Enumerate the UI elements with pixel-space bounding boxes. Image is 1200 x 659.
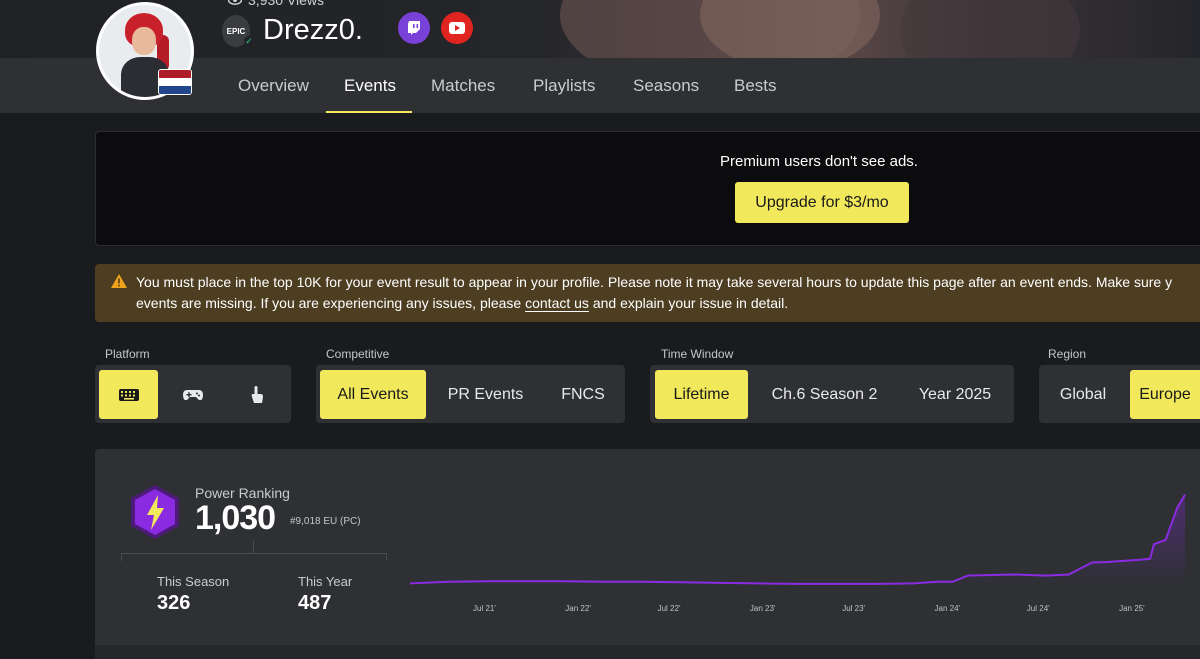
player-name: Drezz0. bbox=[263, 14, 363, 46]
chart-x-tick: Jul 24' bbox=[1026, 604, 1050, 613]
notice-line-2: events are missing. If you are experienc… bbox=[136, 295, 526, 311]
chart-x-tick: Jul 22' bbox=[657, 604, 681, 613]
filter-lifetime[interactable]: Lifetime bbox=[655, 370, 748, 419]
chart-x-tick: Jul 23' bbox=[842, 604, 866, 613]
contact-us-link[interactable]: contact us bbox=[525, 295, 589, 311]
upgrade-button[interactable]: Upgrade for $3/mo bbox=[735, 182, 909, 223]
power-ranking-rank: #9,018 EU (PC) bbox=[290, 516, 361, 527]
this-year-label: This Year bbox=[298, 574, 353, 589]
chart-line bbox=[409, 494, 1186, 585]
chart-x-tick: Jan 25' bbox=[1119, 604, 1145, 613]
active-tab-indicator bbox=[326, 111, 412, 113]
notice-line-1: You must place in the top 10K for your e… bbox=[136, 274, 1173, 290]
notice-text: You must place in the top 10K for your e… bbox=[136, 272, 1200, 314]
region-filter-label: Region bbox=[1048, 347, 1087, 361]
views-count: 3,930 Views bbox=[227, 0, 325, 8]
filter-global[interactable]: Global bbox=[1043, 370, 1123, 419]
power-ranking-icon bbox=[129, 484, 181, 545]
keyboard-icon[interactable] bbox=[99, 370, 158, 419]
this-season-label: This Season bbox=[157, 574, 230, 589]
chart-x-tick: Jul 21' bbox=[473, 604, 496, 613]
ad-container bbox=[95, 131, 1200, 246]
country-flag-icon bbox=[158, 69, 192, 95]
chart-x-tick: Jan 23' bbox=[749, 604, 776, 613]
notice-line-2-end: and explain your issue in detail. bbox=[588, 295, 789, 311]
eye-icon bbox=[227, 0, 243, 8]
power-ranking-chart bbox=[409, 494, 1186, 586]
youtube-icon[interactable] bbox=[441, 12, 473, 44]
this-year-value: 487 bbox=[298, 592, 332, 614]
chart-area bbox=[410, 494, 1185, 586]
tab-bests[interactable]: Bests bbox=[734, 76, 777, 96]
filter-pr-events[interactable]: PR Events bbox=[434, 370, 537, 419]
power-ranking-value: 1,030 bbox=[195, 499, 276, 537]
tab-events[interactable]: Events bbox=[344, 76, 396, 96]
verified-icon: ✓ bbox=[244, 36, 254, 46]
tab-matches[interactable]: Matches bbox=[431, 76, 495, 96]
filter-europe[interactable]: Europe bbox=[1130, 370, 1200, 419]
this-season-value: 326 bbox=[157, 592, 191, 614]
time-window-filter-label: Time Window bbox=[661, 347, 734, 361]
filter-year-2025[interactable]: Year 2025 bbox=[900, 370, 1010, 419]
chart-x-tick: Jan 24' bbox=[934, 604, 961, 613]
filter-ch6-season2[interactable]: Ch.6 Season 2 bbox=[757, 370, 892, 419]
filter-all-events[interactable]: All Events bbox=[320, 370, 426, 419]
premium-message: Premium users don't see ads. bbox=[720, 153, 918, 170]
panel-footer bbox=[95, 645, 1200, 659]
tab-overview[interactable]: Overview bbox=[238, 76, 309, 96]
twitch-icon[interactable] bbox=[398, 12, 430, 44]
views-text: 3,930 Views bbox=[248, 0, 325, 8]
tab-playlists[interactable]: Playlists bbox=[533, 76, 595, 96]
filter-fncs[interactable]: FNCS bbox=[545, 370, 621, 419]
controller-icon[interactable] bbox=[163, 370, 222, 419]
platform-filter-label: Platform bbox=[105, 347, 150, 361]
warning-icon bbox=[110, 273, 128, 294]
tab-seasons[interactable]: Seasons bbox=[633, 76, 699, 96]
touch-icon[interactable] bbox=[227, 370, 286, 419]
stats-divider bbox=[121, 553, 387, 554]
competitive-filter-label: Competitive bbox=[326, 347, 390, 361]
chart-x-tick: Jan 22' bbox=[565, 604, 591, 613]
